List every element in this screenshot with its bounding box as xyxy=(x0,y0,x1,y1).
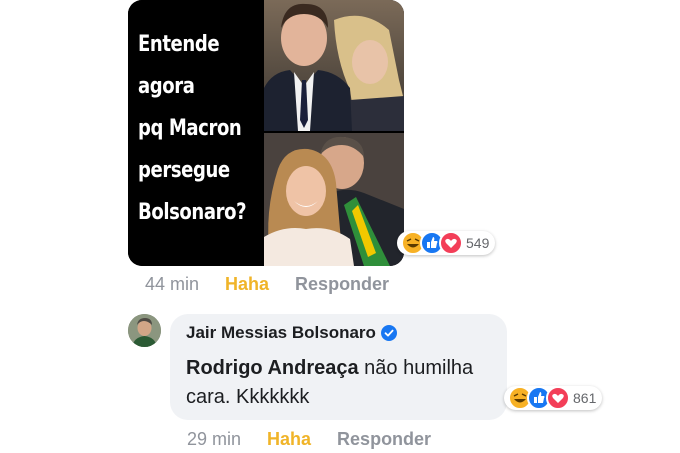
photo-couple-top xyxy=(264,0,404,131)
meme-line: agora xyxy=(138,74,195,99)
comment-bubble: Jair Messias Bolsonaro Rodrigo Andreaça … xyxy=(170,314,507,420)
avatar[interactable] xyxy=(128,314,161,347)
comment-reactions-summary[interactable]: 861 xyxy=(504,386,603,410)
reaction-count: 861 xyxy=(573,390,597,406)
reaction-count: 549 xyxy=(466,235,490,251)
love-icon xyxy=(439,231,463,255)
mention-link[interactable]: Rodrigo Andreaça xyxy=(186,357,359,379)
meme-line: Bolsonaro? xyxy=(138,200,247,225)
comment-timestamp[interactable]: 44 min xyxy=(145,274,199,294)
meme-line: Entende xyxy=(138,32,220,57)
avatar-image xyxy=(128,314,161,347)
meme-image[interactable]: Entende agora pq Macron persegue Bolsona… xyxy=(128,0,404,266)
comment-timestamp[interactable]: 29 min xyxy=(187,429,241,449)
verified-badge-icon xyxy=(380,325,397,341)
meme-text-panel: Entende agora pq Macron persegue Bolsona… xyxy=(128,0,264,266)
haha-reaction-link[interactable]: Haha xyxy=(267,429,311,449)
haha-reaction-link[interactable]: Haha xyxy=(225,274,269,294)
post-action-row: 44 min Haha Responder xyxy=(145,274,389,295)
post-reactions-summary[interactable]: 549 xyxy=(397,231,496,255)
author-name[interactable]: Jair Messias Bolsonaro xyxy=(186,323,376,343)
photo-couple-bottom xyxy=(264,133,404,266)
meme-line: pq Macron xyxy=(138,116,242,141)
comment-author[interactable]: Jair Messias Bolsonaro xyxy=(186,323,397,343)
reply-link[interactable]: Responder xyxy=(337,429,431,449)
comment-text: Rodrigo Andreaça não humilha cara. Kkkkk… xyxy=(186,354,486,412)
comment-action-row: 29 min Haha Responder xyxy=(187,429,431,450)
meme-line: persegue xyxy=(138,158,230,183)
reply-link[interactable]: Responder xyxy=(295,274,389,294)
love-icon xyxy=(546,386,570,410)
